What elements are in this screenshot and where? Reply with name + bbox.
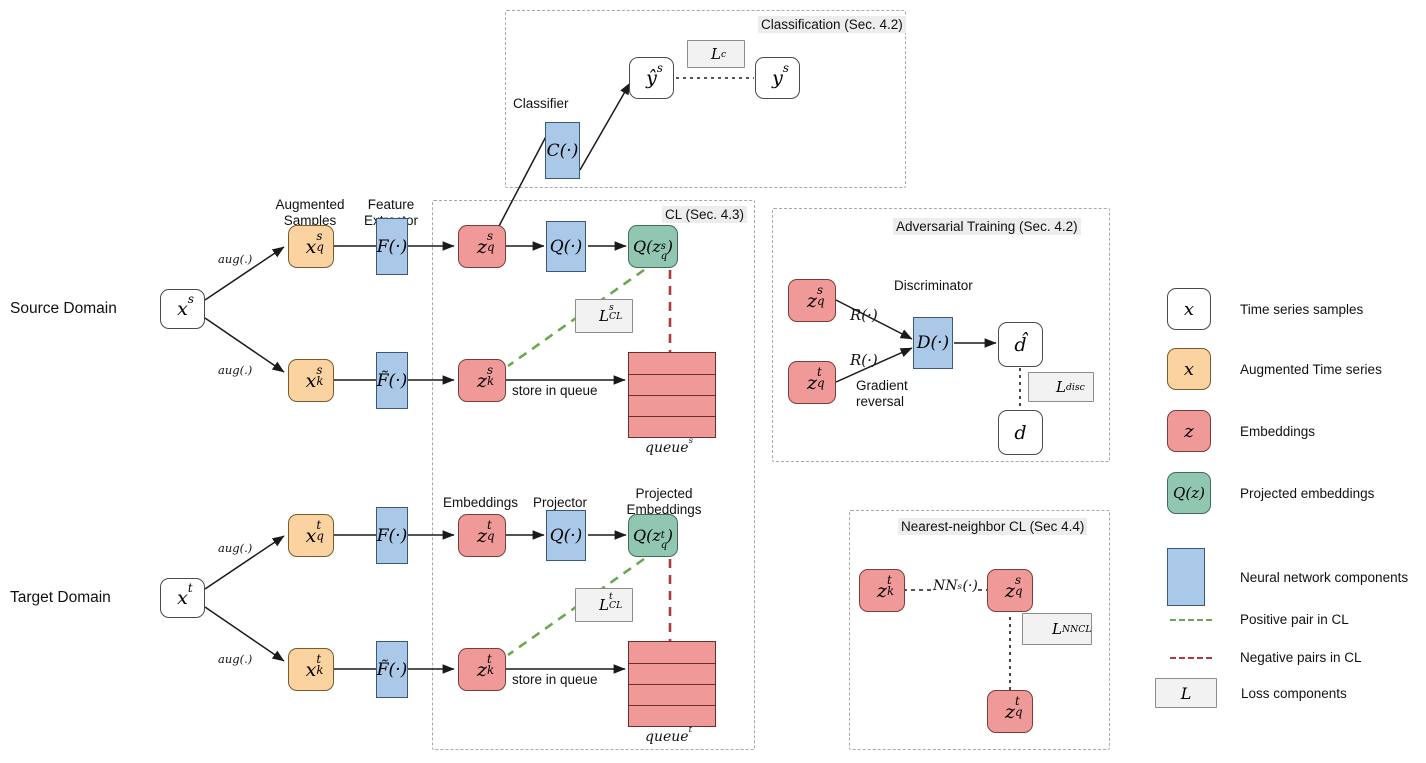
node-dhat[interactable]: d̂ bbox=[998, 322, 1043, 367]
node-zq-target-nncl[interactable]: ztq bbox=[987, 690, 1033, 733]
node-zq-target-adv[interactable]: ztq bbox=[788, 361, 836, 404]
store-in-queue-label-target: store in queue bbox=[512, 672, 598, 687]
gradient-reversal-fn-source: R(·) bbox=[850, 306, 878, 324]
legend-item-embeddings: z Embeddings bbox=[1167, 410, 1315, 452]
loss-classification: Lc bbox=[687, 40, 745, 68]
node-projected-embedding-target[interactable]: Q(z t q) bbox=[628, 514, 678, 557]
node-projector-source[interactable]: Q(·) bbox=[546, 221, 586, 272]
legend-swatch-box-green: Q(z) bbox=[1167, 472, 1211, 514]
legend-label-loss-components: Loss components bbox=[1241, 685, 1347, 701]
legend-item-positive-pair: Positive pair in CL bbox=[1170, 612, 1349, 627]
legend-label-augmented-time-series: Augmented Time series bbox=[1240, 361, 1382, 377]
nearest-neighbor-fn-label: NN s (·) bbox=[933, 578, 978, 594]
legend-item-negative-pairs: Negative pairs in CL bbox=[1170, 650, 1362, 665]
node-feature-extractor-source-k[interactable]: F̃(·) bbox=[376, 352, 408, 409]
node-xq-source[interactable]: xsq bbox=[288, 225, 334, 268]
legend-label-projected-embeddings: Projected embeddings bbox=[1240, 485, 1375, 501]
store-in-queue-label-source: store in queue bbox=[512, 383, 598, 398]
projected-embeddings-column-label: Projected Embeddings bbox=[626, 486, 702, 517]
legend-item-time-series-samples: x Time series samples bbox=[1167, 288, 1363, 330]
node-feature-extractor-target-k[interactable]: F̃(·) bbox=[376, 641, 408, 698]
embeddings-column-label: Embeddings bbox=[443, 495, 519, 510]
legend-label-negative-pairs: Negative pairs in CL bbox=[1240, 650, 1362, 665]
legend-label-time-series-samples: Time series samples bbox=[1240, 301, 1364, 317]
gradient-reversal-fn-target: R(·) bbox=[850, 351, 878, 369]
node-projected-embedding-source[interactable]: Q(z s q) bbox=[628, 225, 678, 268]
legend-item-projected-embeddings: Q(z) Projected embeddings bbox=[1167, 472, 1374, 514]
node-discriminator[interactable]: D(·) bbox=[913, 317, 953, 369]
node-d[interactable]: d bbox=[998, 410, 1043, 455]
loss-discriminator: Ldisc bbox=[1028, 372, 1094, 402]
node-zk-target[interactable]: ztk bbox=[458, 648, 506, 691]
node-classifier[interactable]: C(·) bbox=[545, 122, 580, 179]
queue-source bbox=[628, 352, 716, 438]
queue-source-caption: queue s bbox=[645, 435, 694, 457]
legend-swatch-box-orange: x bbox=[1167, 348, 1211, 390]
loss-cl-target: Lt CL bbox=[575, 588, 633, 622]
node-feature-extractor-target-q[interactable]: F(·) bbox=[376, 507, 408, 564]
group-adversarial-title: Adversarial Training (Sec. 4.2) bbox=[893, 218, 1081, 235]
discriminator-label: Discriminator bbox=[894, 278, 973, 293]
legend-label-embeddings: Embeddings bbox=[1240, 423, 1316, 439]
node-y-source[interactable]: ys bbox=[755, 57, 800, 99]
group-classification-title: Classification (Sec. 4.2) bbox=[758, 16, 906, 33]
node-zk-source[interactable]: zsk bbox=[458, 359, 506, 402]
node-projector-target[interactable]: Q(·) bbox=[546, 510, 586, 561]
gradient-reversal-label: Gradient reversal bbox=[856, 378, 908, 410]
legend-item-augmented-time-series: x Augmented Time series bbox=[1167, 348, 1382, 390]
node-x-source[interactable]: xs bbox=[160, 289, 205, 329]
legend-swatch-box-blue bbox=[1167, 548, 1205, 606]
node-xq-target[interactable]: xtq bbox=[288, 514, 334, 557]
node-zq-source[interactable]: zsq bbox=[458, 225, 506, 268]
group-cl-title: CL (Sec. 4.3) bbox=[662, 206, 748, 223]
queue-target bbox=[628, 641, 716, 727]
node-zq-source-nncl[interactable]: zsq bbox=[987, 569, 1033, 612]
loss-nncl: L NNCL bbox=[1022, 613, 1092, 645]
aug-label-source-k: aug(.) bbox=[218, 363, 253, 377]
node-feature-extractor-source-q[interactable]: F(·) bbox=[376, 218, 408, 275]
legend-swatch-dash-red bbox=[1170, 656, 1212, 659]
target-domain-label: Target Domain bbox=[10, 589, 111, 606]
node-yhat-source[interactable]: ŷs bbox=[629, 57, 674, 99]
legend-label-positive-pair: Positive pair in CL bbox=[1240, 612, 1349, 627]
node-xk-source[interactable]: xsk bbox=[288, 359, 334, 402]
node-xk-target[interactable]: xtk bbox=[288, 648, 334, 691]
group-nncl-title: Nearest-neighbor CL (Sec 4.4) bbox=[898, 518, 1088, 535]
legend-item-loss-components: L Loss components bbox=[1155, 678, 1347, 708]
source-domain-label: Source Domain bbox=[10, 300, 117, 317]
projector-column-label: Projector bbox=[533, 495, 588, 510]
node-x-target[interactable]: xt bbox=[160, 578, 205, 618]
legend-swatch-box-red: z bbox=[1167, 410, 1211, 452]
queue-target-caption: queue t bbox=[645, 724, 693, 746]
aug-label-source-q: aug(.) bbox=[218, 252, 253, 266]
legend-item-neural-network: Neural network components bbox=[1167, 548, 1408, 606]
node-zq-source-adv[interactable]: zsq bbox=[788, 279, 836, 322]
node-zk-target-nncl[interactable]: ztk bbox=[859, 569, 905, 612]
legend-swatch-dash-green bbox=[1170, 618, 1212, 621]
node-zq-target[interactable]: ztq bbox=[458, 514, 506, 557]
aug-label-target-k: aug(.) bbox=[218, 652, 253, 666]
legend-swatch-box-loss: L bbox=[1155, 678, 1217, 708]
diagram-canvas: Classification (Sec. 4.2) CL (Sec. 4.3) … bbox=[0, 0, 1426, 763]
loss-cl-source: Ls CL bbox=[575, 299, 633, 333]
aug-label-target-q: aug(.) bbox=[218, 541, 253, 555]
classifier-label: Classifier bbox=[513, 96, 569, 111]
legend-swatch-box-white: x bbox=[1167, 288, 1211, 330]
legend-label-neural-network: Neural network components bbox=[1240, 569, 1409, 585]
